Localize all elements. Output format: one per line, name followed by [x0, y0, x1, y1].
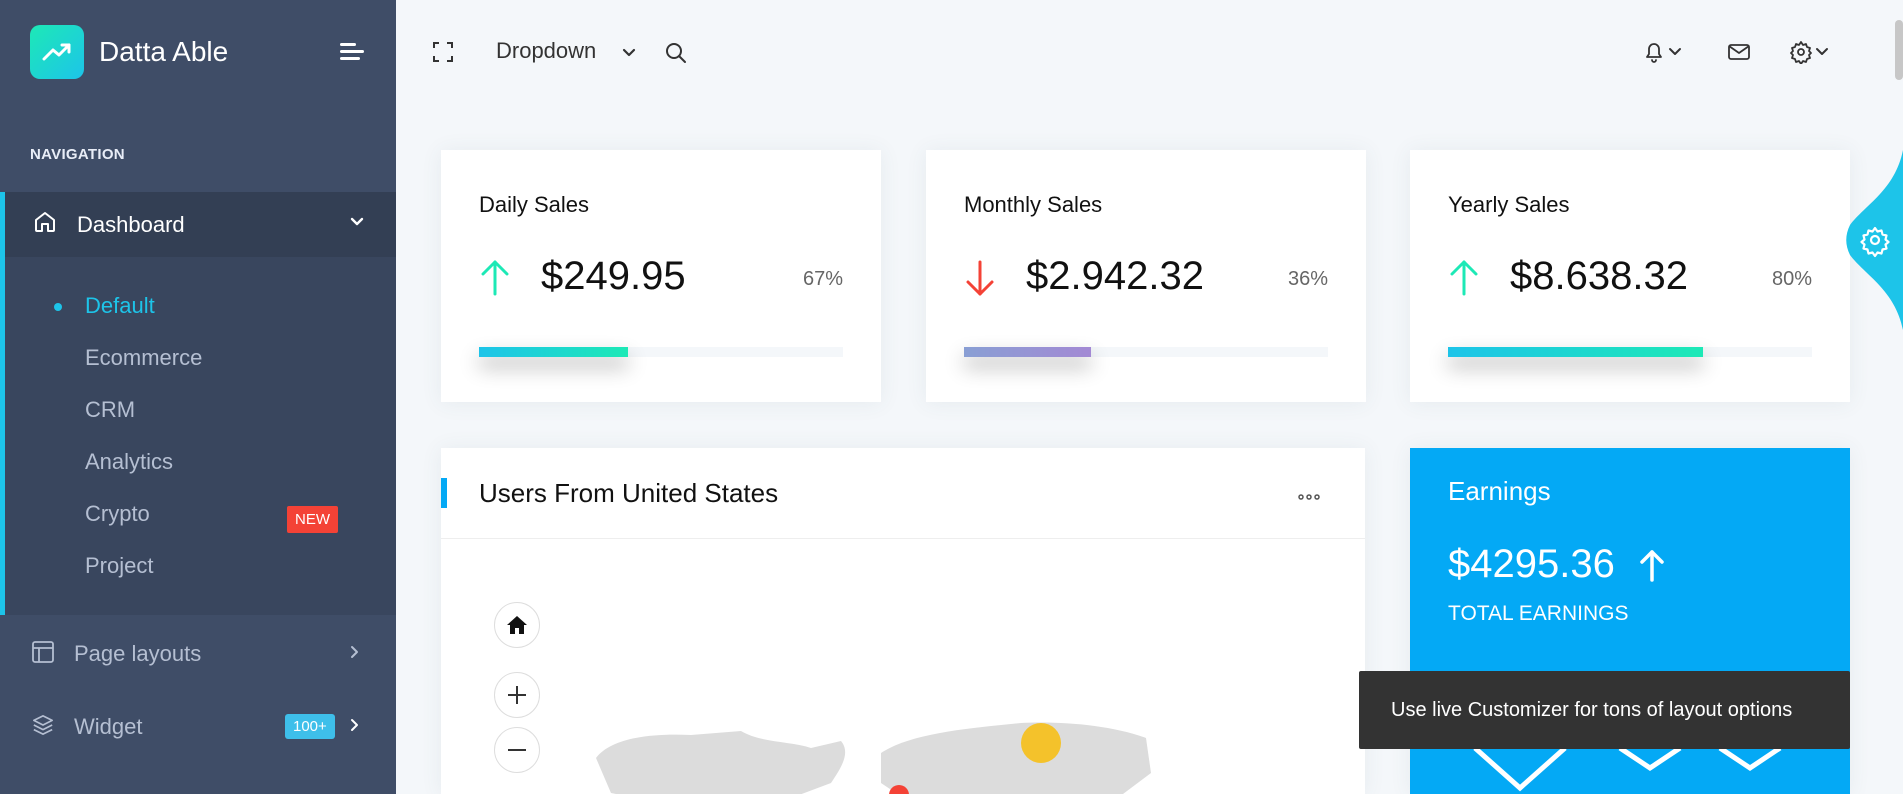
fullscreen-icon[interactable]: [433, 42, 453, 67]
progress-fill: [1448, 347, 1703, 357]
sidebar-item-dashboard[interactable]: Dashboard: [0, 192, 396, 257]
divider: [441, 538, 1365, 539]
earnings-label: TOTAL EARNINGS: [1448, 602, 1629, 625]
new-badge: NEW: [287, 506, 338, 533]
chevron-right-icon: [346, 644, 362, 665]
home-icon: [33, 210, 57, 239]
stat-title: Monthly Sales: [964, 192, 1103, 217]
submenu-item-default[interactable]: Default: [85, 293, 155, 319]
daily-sales-card: Daily Sales $249.95 67%: [441, 150, 881, 402]
customizer-toggle[interactable]: [1845, 150, 1903, 330]
stat-title: Yearly Sales: [1448, 192, 1570, 217]
progress-bar: [964, 347, 1328, 357]
progress-bar: [479, 347, 843, 357]
submenu-item-crm[interactable]: CRM: [85, 397, 135, 423]
stat-value: $249.95: [541, 254, 686, 298]
progress-fill: [964, 347, 1092, 357]
customizer-toast: Use live Customizer for tons of layout o…: [1359, 671, 1850, 749]
progress-fill: [479, 347, 629, 357]
submenu-item-project[interactable]: Project: [85, 553, 153, 579]
stat-percent: 67%: [802, 268, 843, 290]
chevron-right-icon: [346, 717, 362, 738]
map-home-button[interactable]: [494, 602, 540, 648]
monthly-sales-card: Monthly Sales $2.942.32 36%: [926, 150, 1366, 402]
plus-icon: [508, 686, 526, 704]
layers-icon: [32, 714, 54, 741]
earnings-value: $4295.36: [1448, 542, 1615, 586]
arrow-up-icon: [1448, 258, 1480, 303]
submenu-item-ecommerce[interactable]: Ecommerce: [85, 345, 202, 371]
map-marker[interactable]: [1021, 723, 1061, 763]
zoom-out-button[interactable]: [494, 727, 540, 773]
settings-icon[interactable]: [1790, 40, 1832, 69]
arrow-down-icon: [964, 258, 996, 303]
minus-icon: [508, 749, 526, 751]
sidebar-item-page-layouts[interactable]: Page layouts: [0, 624, 396, 684]
users-map-card: Users From United States: [441, 448, 1365, 794]
arrow-up-icon: [1638, 548, 1666, 589]
count-badge: 100+: [285, 714, 335, 739]
more-options-icon[interactable]: [1298, 488, 1320, 506]
nav-caption: NAVIGATION: [30, 146, 125, 163]
sidebar: Datta Able NAVIGATION Dashboard Default …: [0, 0, 396, 794]
sidebar-item-label: Dashboard: [77, 211, 185, 237]
world-map: [596, 722, 1151, 794]
stat-percent: 80%: [1771, 268, 1812, 290]
arrow-up-icon: [479, 258, 511, 303]
stat-title: Daily Sales: [479, 192, 590, 217]
scrollbar[interactable]: [1895, 20, 1903, 80]
yearly-sales-card: Yearly Sales $8.638.32 80%: [1410, 150, 1850, 402]
sidebar-item-label: Widget: [74, 714, 143, 739]
card-accent: [441, 478, 447, 508]
layout-icon: [32, 640, 54, 668]
zoom-in-button[interactable]: [494, 672, 540, 718]
submenu-item-analytics[interactable]: Analytics: [85, 449, 173, 475]
card-title: Earnings: [1448, 476, 1551, 506]
stat-percent: 36%: [1287, 268, 1328, 290]
brand[interactable]: Datta Able: [30, 25, 228, 79]
bell-icon[interactable]: [1644, 40, 1686, 69]
card-title: Users From United States: [479, 478, 779, 508]
dashboard-submenu: [0, 257, 396, 615]
chevron-down-icon[interactable]: [620, 44, 638, 67]
menu-toggle-icon[interactable]: [340, 42, 366, 62]
sidebar-item-label: Page layouts: [74, 641, 202, 666]
chevron-down-icon: [348, 213, 366, 236]
submenu-item-crypto[interactable]: Crypto: [85, 501, 150, 527]
mail-icon[interactable]: [1728, 42, 1750, 67]
progress-bar: [1448, 347, 1812, 357]
search-icon[interactable]: [665, 42, 687, 69]
logo-icon: [30, 25, 84, 79]
stat-value: $8.638.32: [1510, 254, 1688, 298]
active-dot-icon: [54, 303, 62, 311]
brand-name: Datta Able: [99, 36, 229, 67]
stat-value: $2.942.32: [1026, 254, 1204, 298]
home-icon: [507, 616, 527, 634]
header-dropdown[interactable]: Dropdown: [496, 38, 596, 64]
sidebar-item-widget[interactable]: Widget 100+: [0, 697, 396, 757]
